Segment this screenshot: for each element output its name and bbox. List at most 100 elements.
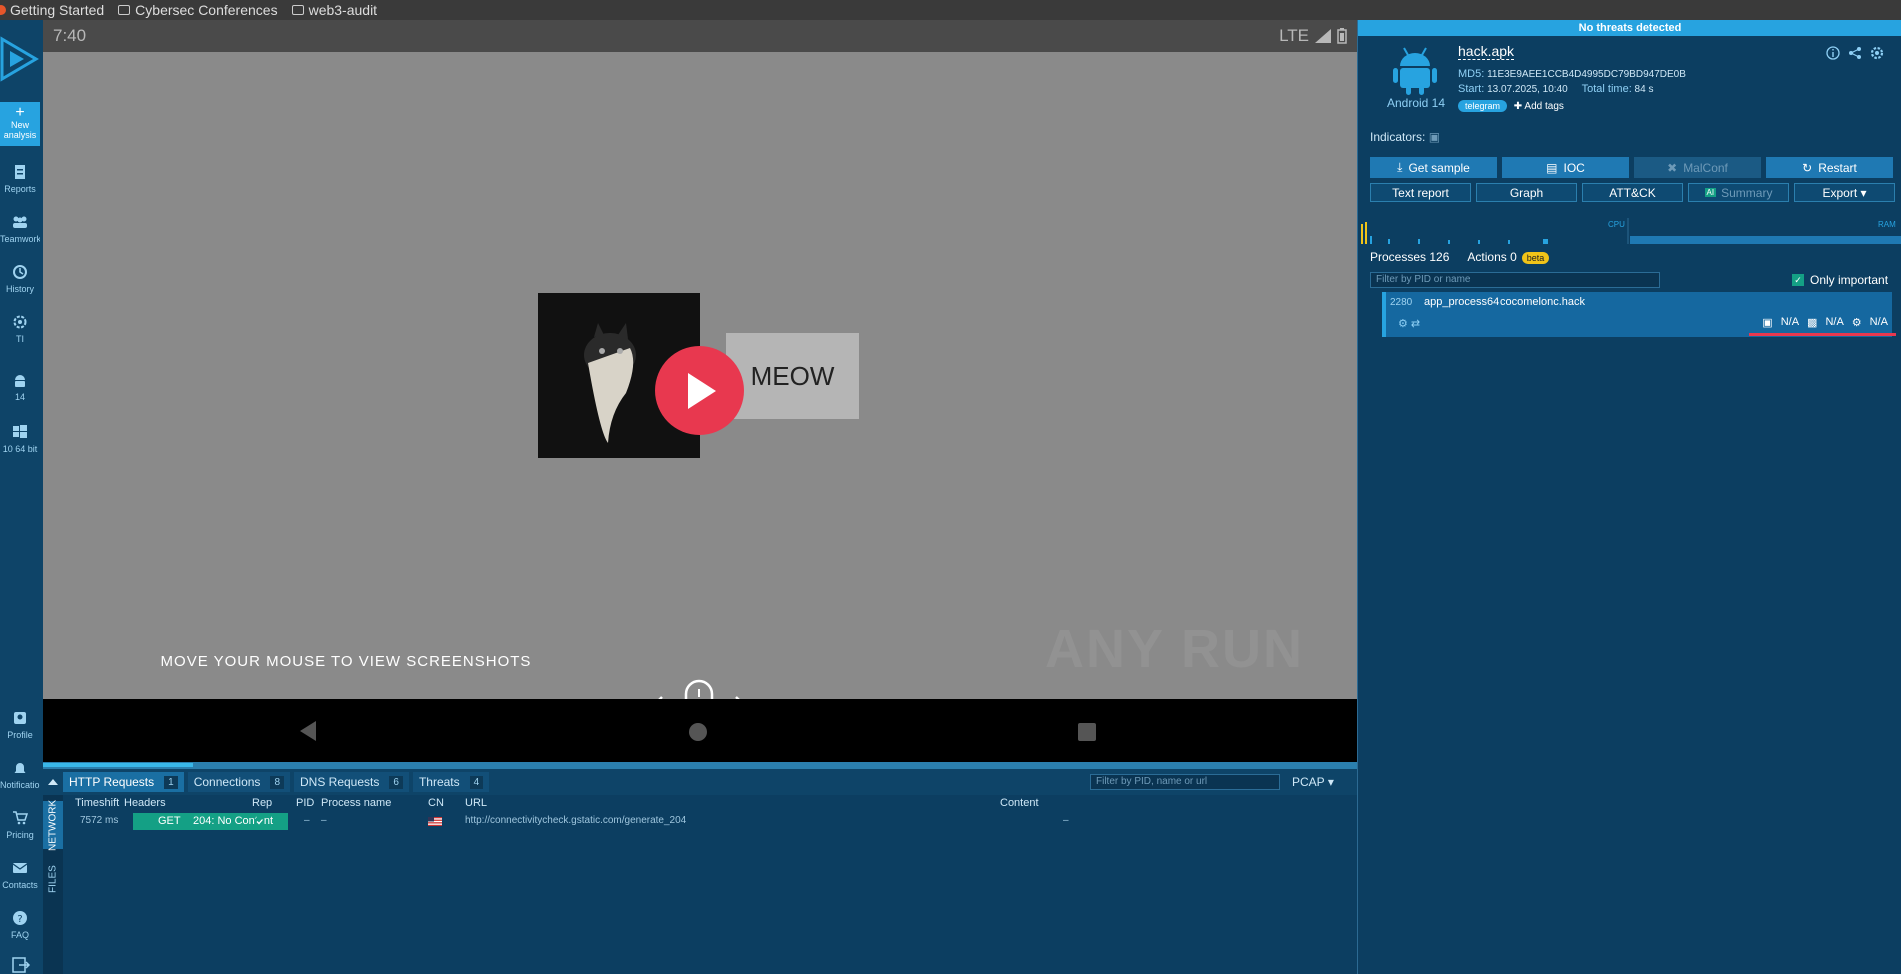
sidebar-item-windows[interactable]: 10 64 bit [0,424,40,454]
process-stats: ▣ N/A ▩ N/A ⚙ N/A [1762,316,1888,329]
graph-button[interactable]: Graph [1476,183,1577,202]
signal-icon [1315,29,1331,43]
meow-button[interactable]: MEOW [726,333,859,419]
new-analysis-label: New analysis [3,120,37,140]
analysis-panel: No threats detected Android 14 hack.apk … [1357,20,1901,974]
pcap-dropdown[interactable]: PCAP ▾ [1292,775,1334,789]
back-icon[interactable] [298,720,318,742]
timeline-progress[interactable] [43,762,1357,769]
get-sample-button[interactable]: ⤓ Get sample [1370,157,1497,178]
reputation-ok-icon [254,816,265,827]
tab-connections[interactable]: Connections 8 [187,772,290,792]
sidebar-item-reports[interactable]: Reports [0,164,40,194]
new-analysis-button[interactable]: + New analysis [0,102,40,146]
side-tab-network[interactable]: NETWORK [43,799,63,851]
sidebar-item-label: Contacts [2,880,38,890]
add-tags-button[interactable]: ✚ Add tags [1514,101,1564,112]
tab-dns-requests[interactable]: DNS Requests 6 [294,772,409,792]
stat-modules: N/A [1869,316,1888,328]
recents-icon[interactable] [1077,722,1097,742]
col-rep[interactable]: Rep [252,797,272,809]
tab-label: HTTP Requests [69,775,155,789]
sidebar-item-label: History [5,284,34,294]
device-screen[interactable]: 7:40 LTE MEOW ANY RUN MOVE YOUR MOUSE TO… [43,20,1357,762]
summary-button[interactable]: AI Summary [1688,183,1789,202]
text-report-button[interactable]: Text report [1370,183,1471,202]
row-method: GET [158,815,181,827]
anyrun-logo-icon[interactable] [0,34,40,84]
tab-actions[interactable]: Actions 0 beta [1467,250,1550,264]
export-dropdown[interactable]: Export ▾ [1794,183,1895,202]
tab-processes[interactable]: Processes 126 [1370,250,1449,264]
bookmark-label: Getting Started [10,2,105,18]
col-process-name[interactable]: Process name [321,797,391,809]
share-icon[interactable] [1848,46,1862,60]
col-headers[interactable]: Headers [124,797,166,809]
attack-button[interactable]: ATT&CK [1582,183,1683,202]
restart-button[interactable]: ↻ Restart [1766,157,1893,178]
sidebar-item-pricing[interactable]: Pricing [0,810,40,840]
sidebar-item-notifications[interactable]: Notifications [0,760,40,790]
bookmark-label: web3-audit [308,2,378,18]
tab-label: Threats [418,775,460,789]
network-filter-input[interactable]: Filter by PID, name or url [1090,774,1280,790]
logout-icon[interactable] [0,956,40,974]
sidebar-item-teamwork[interactable]: Teamwork [0,214,40,244]
tag-telegram[interactable]: telegram [1458,100,1508,112]
malconf-button[interactable]: ✖ MalConf [1634,157,1761,178]
home-icon[interactable] [688,722,708,742]
button-label: Summary [1721,185,1773,200]
sidebar-item-profile[interactable]: Profile [0,710,40,740]
bookmark-cybersec-conferences[interactable]: Cybersec Conferences [118,2,278,18]
col-content[interactable]: Content [1000,797,1039,809]
os-name: Android 14 [1386,96,1446,110]
sidebar-item-label: FAQ [10,930,29,940]
play-button[interactable] [655,346,744,435]
process-cmd: cocomelonc.hack [1500,296,1585,308]
sidebar-item-label: 14 [14,392,25,402]
ioc-button[interactable]: ▤ IOC [1502,157,1629,178]
profile-icon [14,712,26,724]
only-important-toggle[interactable]: ✓ Only important [1792,273,1888,287]
tab-threats[interactable]: Threats 4 [412,772,490,792]
process-row[interactable]: 2280 app_process64 cocomelonc.hack ⚙ ⇄ ▣… [1382,292,1896,337]
bookmark-getting-started[interactable]: Getting Started [0,2,104,18]
firefox-icon [0,5,6,15]
refresh-icon: ↻ [1802,160,1813,175]
collapse-icon[interactable] [47,776,59,788]
col-timeshift[interactable]: Timeshift [75,797,119,809]
col-cn[interactable]: CN [428,797,444,809]
table-row[interactable]: 7572 ms GET 204: No Content – – http://c… [63,813,1357,831]
button-label: Export [1822,185,1858,200]
stat-files: N/A [1780,316,1800,328]
sidebar-item-android[interactable]: 14 [0,372,40,402]
bell-icon [14,763,26,773]
row-content: – [1063,815,1069,826]
col-url[interactable]: URL [465,797,487,809]
sidebar-item-faq[interactable]: ? FAQ [0,910,40,940]
bookmark-label: Cybersec Conferences [135,2,278,18]
download-icon: ⤓ [1397,160,1403,174]
sidebar-item-contacts[interactable]: Contacts [0,860,40,890]
checkbox-checked-icon: ✓ [1792,274,1804,286]
ram-label: RAM [1878,220,1896,229]
bookmark-web3-audit[interactable]: web3-audit [291,2,378,18]
table-header: Timeshift Headers Rep PID Process name C… [63,795,1357,812]
info-icon[interactable] [1826,46,1840,60]
file-name[interactable]: hack.apk [1458,43,1515,60]
tab-http-requests[interactable]: HTTP Requests 1 [63,772,184,792]
row-url[interactable]: http://connectivitycheck.gstatic.com/gen… [465,815,686,826]
plus-icon: ✚ [1513,101,1523,112]
md5-label: MD5: [1458,68,1485,80]
side-tab-files[interactable]: FILES [43,859,63,899]
col-pid[interactable]: PID [296,797,314,809]
status-network: LTE [1279,26,1309,45]
process-filter-input[interactable]: Filter by PID or name [1370,272,1660,288]
threat-status-banner: No threats detected [1358,20,1901,36]
start-value: 13.07.2025, 10:40 [1487,84,1568,95]
md5-value: 11E3E9AEE1CCB4D4995DC79BD947DE0B [1487,69,1686,80]
md5-row: MD5: 11E3E9AEE1CCB4D4995DC79BD947DE0B [1458,68,1686,80]
sidebar-item-history[interactable]: History [0,264,40,294]
settings-icon[interactable] [1870,46,1884,60]
sidebar-item-ti[interactable]: TI [0,314,40,344]
